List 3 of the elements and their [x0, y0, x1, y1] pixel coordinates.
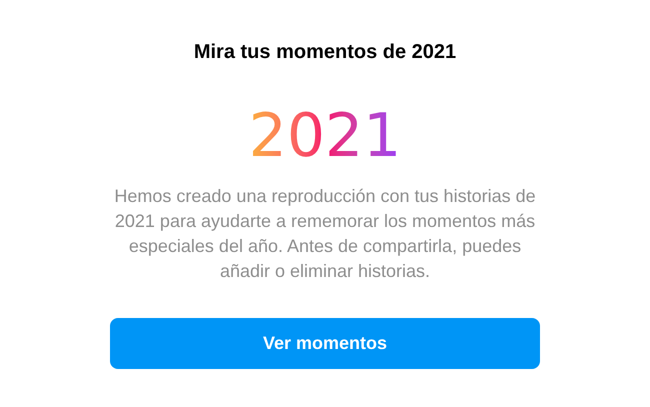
description-text: Hemos creado una reproducción con tus historias de 2021 para ayudarte a rememorar los momentos más especiales del año. Antes de compartirla, puedes añadir o eliminar historias. [113, 185, 537, 283]
view-moments-button[interactable]: Ver momentos [110, 318, 540, 369]
dialog-title: Mira tus momentos de 2021 [194, 40, 456, 65]
